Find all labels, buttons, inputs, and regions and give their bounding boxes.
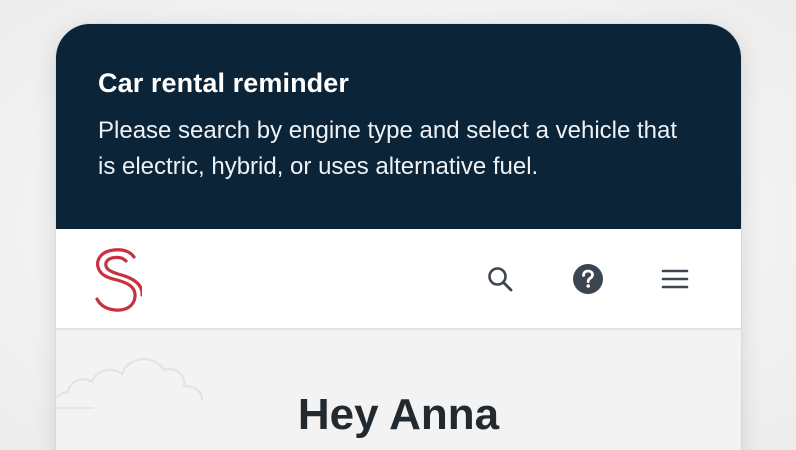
- search-button[interactable]: [482, 261, 518, 297]
- screen: Car rental reminder Please search by eng…: [0, 0, 796, 450]
- banner-message: Please search by engine type and select …: [98, 117, 678, 180]
- banner-title: Car rental reminder: [98, 68, 349, 98]
- reminder-banner: Car rental reminder Please search by eng…: [56, 24, 741, 229]
- s-logo-icon[interactable]: [90, 247, 144, 313]
- help-button[interactable]: [570, 261, 606, 297]
- help-circle-icon: [573, 264, 603, 294]
- top-navbar: [56, 229, 741, 330]
- search-icon: [488, 267, 513, 292]
- app-frame: Car rental reminder Please search by eng…: [56, 24, 741, 450]
- menu-button[interactable]: [657, 261, 693, 297]
- main-content: Hey Anna: [56, 330, 741, 450]
- hamburger-menu-icon: [661, 269, 689, 289]
- greeting-heading: Hey Anna: [297, 390, 500, 439]
